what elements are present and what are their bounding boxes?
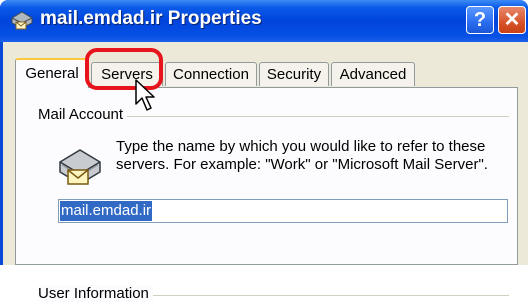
tab-security[interactable]: Security — [259, 62, 329, 86]
dialog-body: General Servers Connection Security Adva… — [3, 42, 528, 302]
title-bar[interactable]: mail.emdad.ir Properties ? ✕ — [0, 0, 528, 42]
mail-account-divider — [124, 116, 509, 117]
user-information-group-label: User Information — [38, 285, 153, 302]
tab-advanced[interactable]: Advanced — [331, 62, 415, 86]
tab-general[interactable]: General — [15, 58, 89, 88]
properties-dialog: mail.emdad.ir Properties ? ✕ General Ser… — [0, 0, 528, 302]
window-title: mail.emdad.ir Properties — [40, 8, 262, 29]
account-name-field[interactable] — [58, 199, 508, 223]
mouse-pointer-icon — [135, 79, 155, 111]
mail-account-icon — [11, 11, 33, 30]
user-information-divider — [144, 295, 509, 296]
general-tab-panel: Mail Account Type the name by which you … — [15, 87, 518, 302]
account-name-description: Type the name by which you would like to… — [116, 138, 488, 173]
mail-server-icon — [59, 149, 101, 185]
mail-account-group-label: Mail Account — [38, 106, 128, 123]
tab-connection[interactable]: Connection — [165, 62, 257, 86]
help-button[interactable]: ? — [466, 6, 494, 34]
close-button[interactable]: ✕ — [498, 6, 526, 34]
